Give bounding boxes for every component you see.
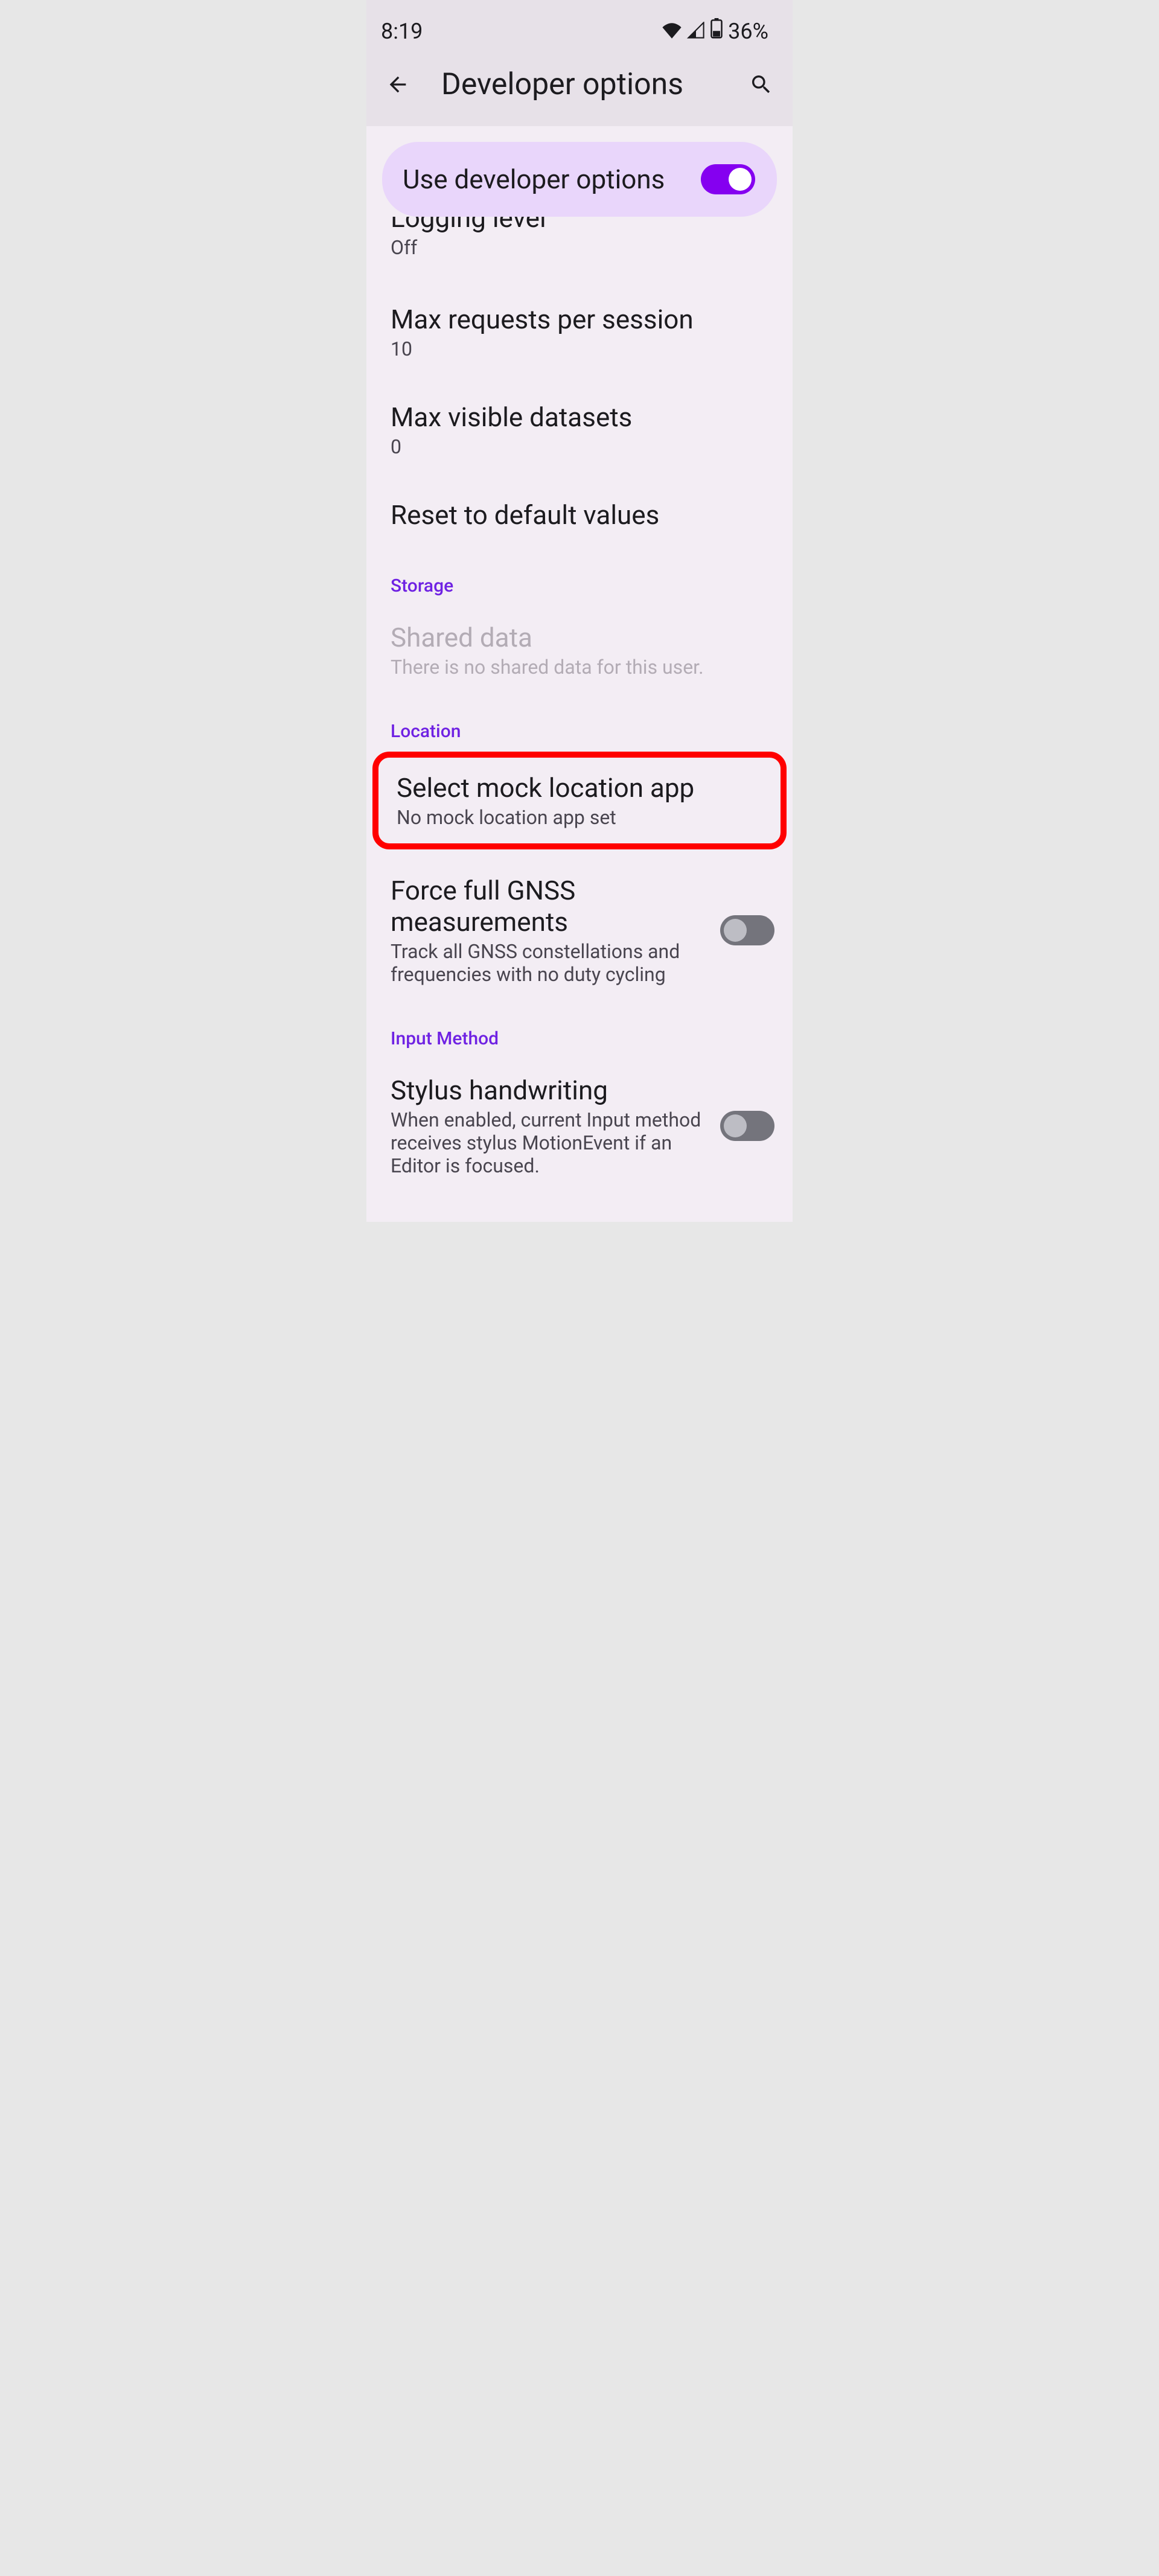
- status-time: 8:19: [381, 19, 423, 44]
- item-subtitle: When enabled, current Input method recei…: [391, 1108, 708, 1177]
- item-title: Reset to default values: [391, 499, 768, 531]
- app-bar: Developer options: [366, 56, 793, 126]
- switch-thumb: [729, 168, 752, 191]
- item-subtitle: No mock location app set: [397, 806, 762, 829]
- item-subtitle: There is no shared data for this user.: [391, 656, 768, 679]
- search-icon: [749, 72, 773, 97]
- item-title: Max requests per session: [391, 304, 768, 335]
- setting-max-requests[interactable]: Max requests per session 10: [366, 283, 793, 381]
- setting-max-visible-datasets[interactable]: Max visible datasets 0: [366, 381, 793, 479]
- item-title: Logging level: [391, 217, 768, 234]
- phone-screen: 8:19 36% Developer options Use developer…: [366, 0, 793, 1222]
- setting-reset-defaults[interactable]: Reset to default values: [366, 479, 793, 554]
- item-title: Force full GNSS measurements: [391, 875, 708, 938]
- section-header-storage: Storage: [366, 554, 793, 601]
- wifi-icon: [662, 19, 682, 44]
- status-bar: 8:19 36%: [366, 0, 793, 56]
- battery-percentage: 36%: [728, 19, 768, 44]
- item-subtitle: 0: [391, 435, 768, 458]
- stylus-toggle-switch[interactable]: [720, 1111, 774, 1141]
- section-header-location: Location: [366, 699, 793, 747]
- settings-content[interactable]: Logging level Off Max requests per sessi…: [366, 217, 793, 1222]
- master-toggle-row[interactable]: Use developer options: [382, 142, 777, 217]
- battery-icon: [710, 18, 723, 44]
- master-toggle-switch[interactable]: [701, 164, 755, 194]
- signal-icon: [687, 19, 705, 44]
- page-title: Developer options: [441, 67, 718, 102]
- setting-force-gnss[interactable]: Force full GNSS measurements Track all G…: [366, 854, 793, 1006]
- item-subtitle: Track all GNSS constellations and freque…: [391, 940, 708, 986]
- item-title: Select mock location app: [397, 772, 762, 804]
- gnss-toggle-switch[interactable]: [720, 915, 774, 945]
- search-button[interactable]: [747, 70, 776, 99]
- arrow-back-icon: [386, 72, 410, 97]
- master-toggle-label: Use developer options: [403, 164, 665, 195]
- switch-thumb: [724, 1114, 747, 1137]
- setting-shared-data: Shared data There is no shared data for …: [366, 601, 793, 699]
- switch-thumb: [724, 919, 747, 942]
- section-header-input-method: Input Method: [366, 1006, 793, 1054]
- item-title: Max visible datasets: [391, 401, 768, 433]
- item-title: Shared data: [391, 622, 768, 653]
- item-text: Force full GNSS measurements Track all G…: [391, 875, 708, 986]
- item-text: Stylus handwriting When enabled, current…: [391, 1075, 708, 1177]
- setting-logging-level[interactable]: Logging level Off: [366, 217, 793, 283]
- item-subtitle: Off: [391, 236, 768, 259]
- back-button[interactable]: [383, 70, 412, 99]
- status-right: 36%: [662, 18, 768, 44]
- setting-stylus-handwriting[interactable]: Stylus handwriting When enabled, current…: [366, 1054, 793, 1198]
- item-subtitle: 10: [391, 337, 768, 360]
- item-title: Stylus handwriting: [391, 1075, 708, 1106]
- setting-mock-location[interactable]: Select mock location app No mock locatio…: [372, 752, 787, 849]
